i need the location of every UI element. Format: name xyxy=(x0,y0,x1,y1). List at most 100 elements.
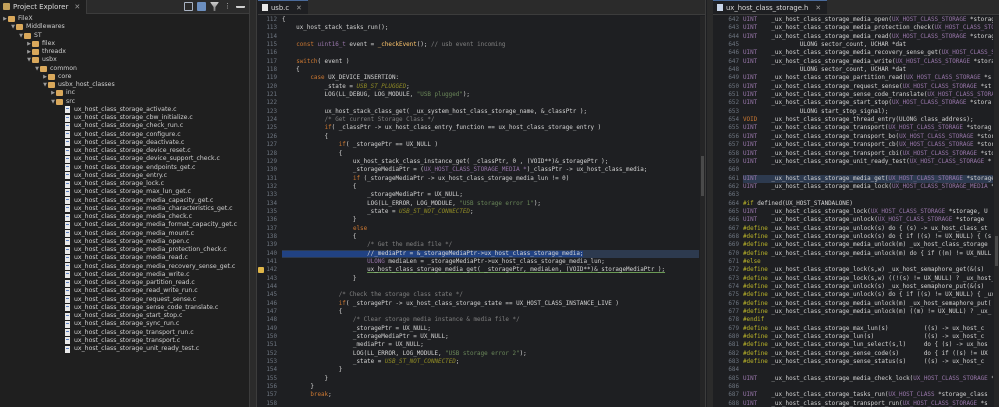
code-line[interactable]: { xyxy=(282,308,699,316)
close-icon[interactable]: ✕ xyxy=(74,3,80,11)
code-line[interactable]: #endif xyxy=(743,316,993,324)
code-line[interactable]: UINT _ux_host_class_storage_media_read(U… xyxy=(743,33,993,41)
tree-file-item[interactable]: ux_host_class_storage_entry.c xyxy=(0,172,249,180)
tree-file-item[interactable]: ux_host_class_storage_media_characterist… xyxy=(0,205,249,213)
code-line[interactable]: if( _classPtr -> ux_host_class_entry_fun… xyxy=(282,124,699,132)
tree-file-item[interactable]: ux_host_class_storage_sync_run.c xyxy=(0,320,249,328)
code-line[interactable]: break; xyxy=(282,391,699,399)
code-line[interactable]: } xyxy=(282,366,699,374)
code-line[interactable]: UINT _ux_host_class_storage_sense_code_t… xyxy=(743,91,993,99)
code-line[interactable] xyxy=(282,49,699,57)
code-line[interactable]: UINT _ux_host_class_storage_request_sens… xyxy=(743,83,993,91)
code-line[interactable]: ULONG mediaLen = _storageMediaPtr->ux_ho… xyxy=(282,258,699,266)
code-line[interactable]: UINT _ux_host_class_storage_media_protec… xyxy=(743,24,993,32)
code-text[interactable]: UINT _ux_host_class_storage_media_open(U… xyxy=(743,16,993,407)
code-line[interactable]: _storageMediaPtr = UX_NULL; xyxy=(282,333,699,341)
code-line[interactable]: if( _storagePtr -> ux_host_class_storage… xyxy=(282,300,699,308)
code-line[interactable]: UINT _ux_host_class_storage_media_lock(U… xyxy=(743,183,993,191)
code-line[interactable]: _state = USB_ST_NOT_CONNECTED; xyxy=(282,208,699,216)
code-line[interactable]: #define _ux_host_class_storage_sense_sta… xyxy=(743,358,993,366)
code-line[interactable]: switch( event ) xyxy=(282,58,699,66)
code-line[interactable]: #define _ux_host_class_storage_media_unl… xyxy=(743,241,993,249)
code-line[interactable]: #define _ux_host_class_storage_max_lun(s… xyxy=(743,325,993,333)
code-line[interactable]: _mediaPtr = UX_NULL; xyxy=(282,341,699,349)
code-line[interactable]: ux_host_stack_class_get( _ux_system_host… xyxy=(282,108,699,116)
code-line[interactable]: UINT _ux_host_class_storage_media_open(U… xyxy=(743,16,993,24)
tree-file-item[interactable]: ux_host_class_storage_sense_code_transla… xyxy=(0,304,249,312)
code-line[interactable]: } xyxy=(282,275,699,283)
view-menu-icon[interactable]: ⋮ xyxy=(223,2,232,11)
close-icon[interactable]: ✕ xyxy=(296,4,302,12)
tree-file-item[interactable]: ux_host_class_storage_max_lun_get.c xyxy=(0,188,249,196)
code-text[interactable]: { ux_host_stack_tasks_run(); const uint1… xyxy=(282,16,699,407)
tree-file-item[interactable]: ux_host_class_storage_partition_read.c xyxy=(0,279,249,287)
code-line[interactable]: UINT _ux_host_class_storage_tasks_run(UX… xyxy=(743,391,993,399)
code-line[interactable]: _state = USB_ST_NOT_CONNECTED; xyxy=(282,358,699,366)
code-line[interactable] xyxy=(743,191,993,199)
tab-ux-host-class-storage-h[interactable]: ux_host_class_storage.h ✕ xyxy=(713,0,828,14)
code-line[interactable]: if (_storageMediaPtr -> ux_host_class_st… xyxy=(282,175,699,183)
code-line[interactable]: { xyxy=(282,183,699,191)
code-line[interactable]: UINT _ux_host_class_storage_transport(UX… xyxy=(743,124,993,132)
code-line[interactable]: ULONG sector_count, UCHAR *dat xyxy=(743,41,993,49)
tree-folder-item[interactable]: ▼ ST xyxy=(0,32,249,40)
code-line[interactable]: UINT _ux_host_class_storage_transport_ru… xyxy=(743,400,993,407)
code-line[interactable]: UINT _ux_host_class_storage_media_check_… xyxy=(743,375,993,383)
tree-folder-item[interactable]: ▶ inc xyxy=(0,89,249,97)
code-line[interactable]: UINT _ux_host_class_storage_transport_bo… xyxy=(743,133,993,141)
code-line[interactable]: //_mediaPtr = &_storageMediaPtr->ux_host… xyxy=(282,249,699,258)
tree-file-item[interactable]: ux_host_class_storage_check_run.c xyxy=(0,122,249,130)
code-line[interactable]: { xyxy=(282,233,699,241)
code-line[interactable]: #define _ux_host_class_storage_lock(s,w)… xyxy=(743,275,993,283)
code-line[interactable]: if( _storagePtr == UX_NULL ) xyxy=(282,141,699,149)
tree-file-item[interactable]: ux_host_class_storage_transport.c xyxy=(0,337,249,345)
code-line[interactable]: #define _ux_host_class_storage_media_unl… xyxy=(743,300,993,308)
tree-file-item[interactable]: ux_host_class_storage_media_read.c xyxy=(0,254,249,262)
tree-folder-item[interactable]: ▶ FileX xyxy=(0,15,249,23)
tree-file-item[interactable]: ux_host_class_storage_media_capacity_get… xyxy=(0,197,249,205)
collapse-all-icon[interactable] xyxy=(184,2,193,11)
code-line[interactable]: UINT _ux_host_class_storage_start_stop(U… xyxy=(743,99,993,107)
vertical-scrollbar[interactable] xyxy=(700,16,705,407)
tree-file-item[interactable]: ux_host_class_storage_device_reset.c xyxy=(0,147,249,155)
tree-file-item[interactable]: ux_host_class_storage_request_sense.c xyxy=(0,296,249,304)
code-line[interactable]: { xyxy=(282,133,699,141)
scrollbar-thumb[interactable] xyxy=(995,236,998,266)
code-line[interactable]: ux_host_stack_class_instance_get( _class… xyxy=(282,158,699,166)
code-line[interactable] xyxy=(282,283,699,291)
code-line[interactable]: else xyxy=(282,225,699,233)
code-line[interactable]: LOG(LL_ERROR, LOG_MODULE, "USB storage e… xyxy=(282,200,699,208)
code-area-right[interactable]: 642 643 644 645 646 647 648 649 650 651 652 653 654 6… xyxy=(713,16,999,407)
tree-file-item[interactable]: ux_host_class_storage_cbw_initialize.c xyxy=(0,114,249,122)
tree-file-item[interactable]: ux_host_class_storage_media_open.c xyxy=(0,238,249,246)
code-line[interactable]: /* Get current Storage Class */ xyxy=(282,116,699,124)
code-line[interactable]: UINT _ux_host_class_storage_media_get(UX… xyxy=(743,174,993,183)
code-line[interactable]: } xyxy=(282,375,699,383)
code-line[interactable] xyxy=(282,33,699,41)
code-line[interactable]: ux_host_stack_tasks_run(); xyxy=(282,24,699,32)
code-line[interactable]: #define _ux_host_class_storage_unlock(s)… xyxy=(743,233,993,241)
tab-project-explorer[interactable]: Project Explorer ✕ xyxy=(0,0,88,14)
tree-file-item[interactable]: ux_host_class_storage_media_format_capac… xyxy=(0,221,249,229)
code-line[interactable]: UINT _ux_host_class_storage_transport_cb… xyxy=(743,141,993,149)
tree-file-item[interactable]: ux_host_class_storage_start_stop.c xyxy=(0,312,249,320)
code-line[interactable]: #define _ux_host_class_storage_lun(s) ((… xyxy=(743,333,993,341)
tree-folder-item[interactable]: ▶ filex xyxy=(0,40,249,48)
tree-folder-item[interactable]: ▶ threadx xyxy=(0,48,249,56)
tree-folder-item[interactable]: ▼ src xyxy=(0,98,249,106)
code-line[interactable]: ULONG sector_count, UCHAR *dat xyxy=(743,66,993,74)
code-line[interactable]: UINT _ux_host_class_storage_media_write(… xyxy=(743,58,993,66)
code-line[interactable]: /* Get the media file */ xyxy=(282,241,699,249)
tree-file-item[interactable]: ux_host_class_storage_lock.c xyxy=(0,180,249,188)
code-line[interactable]: ux_host_class_storage_media_get( _storag… xyxy=(282,266,699,274)
code-line[interactable] xyxy=(743,383,993,391)
code-line[interactable]: #if defined(UX_HOST_STANDALONE) xyxy=(743,200,993,208)
code-line[interactable]: const uint16_t event = _checkEvent(); //… xyxy=(282,41,699,49)
code-line[interactable] xyxy=(282,400,699,407)
minimize-icon[interactable] xyxy=(236,2,245,8)
tree-folder-item[interactable]: ▼ usbx_host_classes xyxy=(0,81,249,89)
tree-file-item[interactable]: ux_host_class_storage_deactivate.c xyxy=(0,139,249,147)
code-line[interactable]: _storageMediaPtr = (UX_HOST_CLASS_STORAG… xyxy=(282,166,699,174)
link-with-editor-icon[interactable] xyxy=(197,2,206,11)
tree-folder-item[interactable]: ▼ usbx xyxy=(0,56,249,64)
